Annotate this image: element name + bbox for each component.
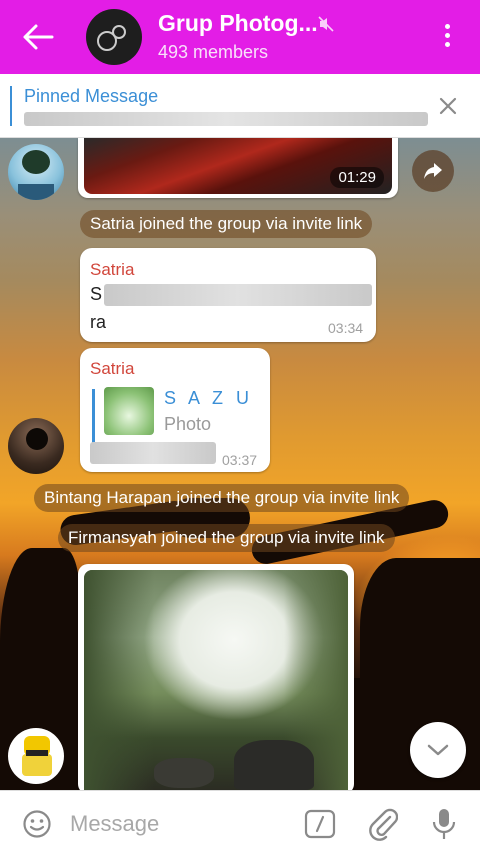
pinned-message-bar[interactable]: Pinned Message [0, 74, 480, 138]
message-text-redacted [104, 284, 372, 306]
forwarded-type: Photo [164, 414, 212, 434]
service-message: Satria joined the group via invite link [80, 210, 373, 238]
avatar[interactable] [8, 728, 64, 784]
message-bubble[interactable]: Satria S ra 03:34 [80, 248, 376, 342]
message-time: 03:34 [328, 320, 364, 336]
message-text: S [90, 284, 103, 304]
message-input-bar: Message [0, 790, 480, 854]
share-icon [424, 163, 442, 179]
app-header: Grup Photog... 493 members [0, 0, 480, 74]
emoji-icon[interactable] [22, 809, 52, 839]
photo-message[interactable] [78, 564, 354, 794]
message-time: 03:37 [222, 452, 258, 468]
forward-accent-bar [92, 389, 95, 445]
message-time: 01:29 [330, 167, 384, 188]
message-text: ra [90, 312, 107, 332]
back-arrow-icon[interactable] [20, 22, 54, 52]
photo-image[interactable]: 01:29 [84, 138, 392, 194]
avatar[interactable] [8, 144, 64, 200]
scroll-down-button[interactable] [410, 722, 466, 778]
forwarded-from-name[interactable]: S A Z U [164, 388, 253, 409]
mute-icon [318, 16, 334, 32]
sender-name[interactable]: Satria [90, 359, 134, 379]
sender-name[interactable]: Satria [90, 260, 134, 280]
pinned-label: Pinned Message [24, 86, 159, 106]
member-count: 493 members [158, 42, 269, 62]
camera-lens-icon [112, 25, 126, 39]
service-message: Firmansyah joined the group via invite l… [58, 524, 395, 552]
share-button[interactable] [412, 150, 454, 192]
group-title[interactable]: Grup Photog... [158, 10, 318, 37]
photo-message[interactable]: 01:29 [78, 138, 398, 198]
photo-thumbnail[interactable] [104, 387, 154, 435]
attach-icon[interactable] [368, 807, 398, 841]
more-vert-icon[interactable] [440, 24, 454, 52]
group-avatar[interactable] [86, 9, 142, 65]
message-input[interactable]: Message [70, 811, 159, 837]
service-message: Bintang Harapan joined the group via inv… [34, 484, 410, 512]
mic-icon[interactable] [430, 807, 458, 841]
message-text-redacted [90, 442, 216, 464]
pinned-accent-bar [10, 86, 12, 126]
avatar[interactable] [8, 418, 64, 474]
close-icon[interactable] [438, 96, 458, 116]
command-icon[interactable] [304, 809, 336, 839]
photo-image[interactable] [84, 570, 348, 794]
pinned-text-redacted [24, 112, 428, 126]
chevron-down-icon [427, 744, 449, 756]
